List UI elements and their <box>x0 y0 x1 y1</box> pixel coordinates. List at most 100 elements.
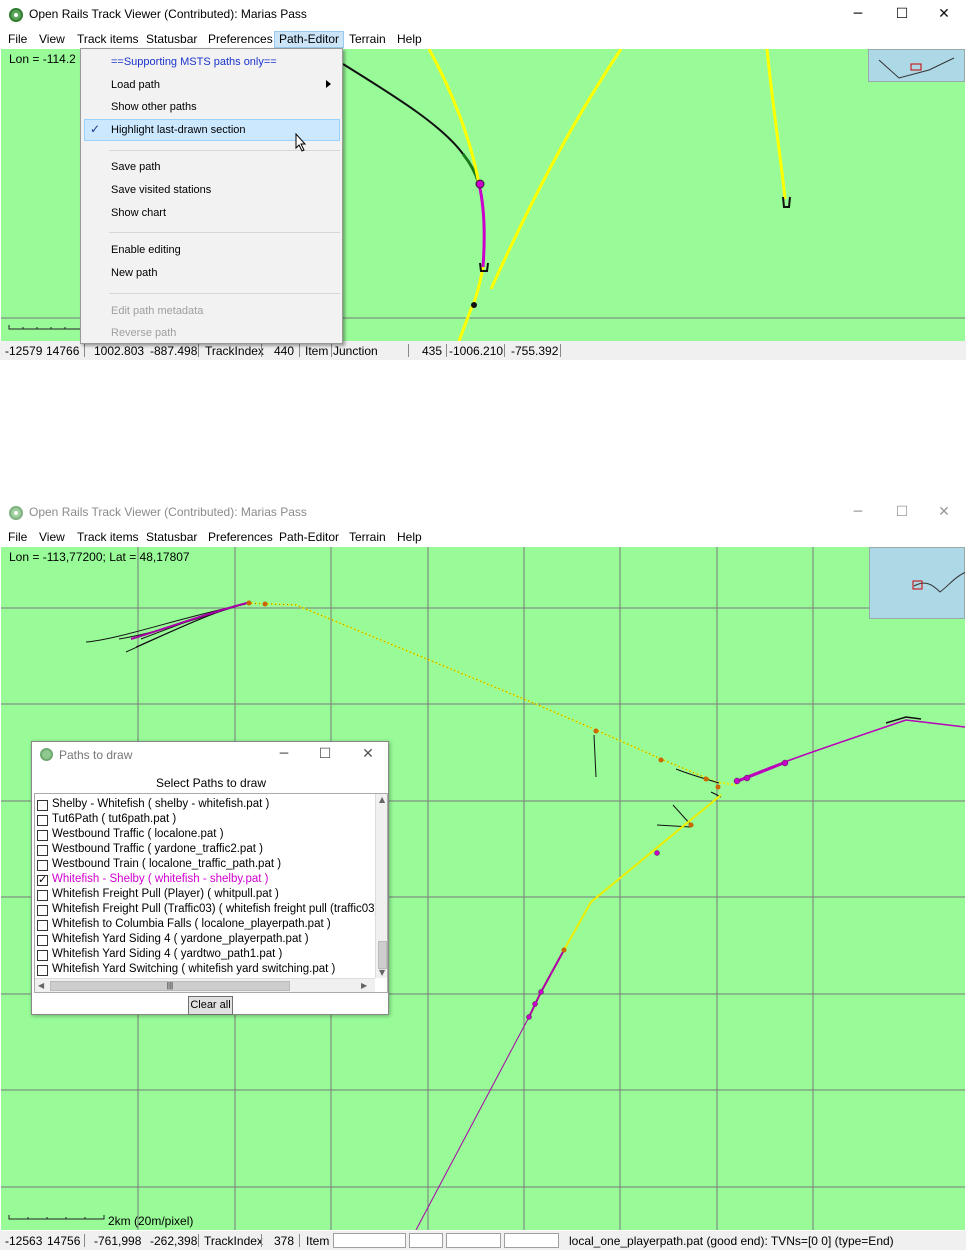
scroll-left-arrow-icon[interactable]: ◀ <box>38 981 44 990</box>
menu-item-supporting-msts[interactable]: ==Supporting MSTS paths only== <box>111 56 277 68</box>
status-loc2: -262,398 <box>150 1234 198 1248</box>
checkbox[interactable] <box>37 890 48 901</box>
menu-path-editor[interactable]: Path-Editor <box>274 31 345 48</box>
menu-item-new-path[interactable]: New path <box>111 267 157 279</box>
path-label: Whitefish Yard Siding 4 ( yardtwo_path1.… <box>52 948 283 960</box>
paths-to-draw-dialog: Paths to draw ─ ☐ ✕ Select Paths to draw… <box>31 741 389 1015</box>
scroll-thumb[interactable]: ||| <box>50 981 290 991</box>
path-label: Whitefish Yard Switching ( whitefish yar… <box>52 963 336 975</box>
status-z: 14766 <box>46 344 80 358</box>
close-button[interactable]: ✕ <box>922 0 966 30</box>
checkbox[interactable] <box>37 830 48 841</box>
status-trackindex: 440 <box>274 344 295 358</box>
paths-checklist[interactable]: Shelby - Whitefish ( shelby - whitefish.… <box>34 793 388 993</box>
clear-all-button[interactable]: Clear all <box>188 996 233 1015</box>
dialog-close-button[interactable]: ✕ <box>348 744 388 766</box>
menu-statusbar[interactable]: Statusbar <box>142 529 201 546</box>
path-label: Westbound Traffic ( localone.pat ) <box>52 828 224 840</box>
menu-item-show-other-paths[interactable]: Show other paths <box>111 101 197 113</box>
status-empty-field <box>446 1233 501 1248</box>
scroll-down-arrow-icon[interactable]: ▼ <box>379 968 385 977</box>
open-rails-logo-icon <box>9 8 23 22</box>
menu-item-highlight-last-drawn[interactable]: Highlight last-drawn section <box>111 124 246 136</box>
status-bar-2: -12563 14756 -761,998 -262,398 TrackInde… <box>0 1231 966 1250</box>
status-empty-field <box>333 1233 406 1248</box>
title-bar[interactable]: Open Rails Track Viewer (Contributed): M… <box>0 0 966 30</box>
status-message: local_one_playerpath.pat (good end): TVN… <box>569 1234 894 1248</box>
status-separator <box>299 1234 300 1247</box>
vertical-scrollbar[interactable]: ▲ ▼ <box>375 794 387 978</box>
maximize-button[interactable]: ☐ <box>880 0 924 30</box>
checkbox[interactable] <box>37 845 48 856</box>
minimap[interactable] <box>869 547 965 619</box>
menu-file[interactable]: File <box>4 529 31 546</box>
path-label: Westbound Train ( localone_traffic_path.… <box>52 858 282 870</box>
menu-view[interactable]: View <box>35 31 69 48</box>
open-rails-logo-icon <box>40 748 53 761</box>
checkbox[interactable] <box>37 860 48 871</box>
menu-path-editor[interactable]: Path-Editor <box>275 529 343 546</box>
menu-terrain[interactable]: Terrain <box>345 31 390 48</box>
scroll-right-arrow-icon[interactable]: ▶ <box>361 981 367 990</box>
close-button[interactable]: ✕ <box>922 498 966 528</box>
menu-item-load-path[interactable]: Load path <box>111 79 160 91</box>
mouse-cursor-icon <box>295 133 307 152</box>
minimize-button[interactable]: ─ <box>836 498 880 528</box>
menu-item-show-chart[interactable]: Show chart <box>111 207 166 219</box>
menu-item-save-visited-stations[interactable]: Save visited stations <box>111 184 211 196</box>
path-label: Whitefish - Shelby ( whitefish - shelby.… <box>52 873 269 885</box>
menu-file[interactable]: File <box>4 31 31 48</box>
status-item-type: Junction <box>333 344 378 358</box>
window-title: Open Rails Track Viewer (Contributed): M… <box>29 7 307 21</box>
checkbox-checked[interactable] <box>37 873 48 886</box>
horizontal-scrollbar[interactable]: ◀ ||| ▶ <box>35 978 375 992</box>
status-empty-field <box>409 1233 443 1248</box>
checkbox[interactable] <box>37 965 48 976</box>
menu-item-reverse-path: Reverse path <box>111 327 177 339</box>
status-loc1: -761,998 <box>94 1234 142 1248</box>
status-separator <box>84 344 85 357</box>
menu-help[interactable]: Help <box>393 31 426 48</box>
minimize-button[interactable]: ─ <box>836 0 880 30</box>
dialog-minimize-button[interactable]: ─ <box>264 744 304 766</box>
menu-item-edit-path-metadata: Edit path metadata <box>111 305 204 317</box>
menu-help[interactable]: Help <box>393 529 426 546</box>
menu-statusbar[interactable]: Statusbar <box>142 31 201 48</box>
menu-terrain[interactable]: Terrain <box>345 529 390 546</box>
minimap[interactable] <box>868 49 965 82</box>
checkbox[interactable] <box>37 905 48 916</box>
checkbox[interactable] <box>37 800 48 811</box>
path-label: Whitefish Yard Siding 4 ( yardone_player… <box>52 933 309 945</box>
title-bar[interactable]: Open Rails Track Viewer (Contributed): M… <box>0 498 966 528</box>
scroll-up-arrow-icon[interactable]: ▲ <box>379 795 385 804</box>
checkbox[interactable] <box>37 815 48 826</box>
checkmark-icon: ✓ <box>90 122 101 136</box>
menu-item-save-path[interactable]: Save path <box>111 161 161 173</box>
status-separator <box>84 1234 85 1247</box>
dialog-subtitle: Select Paths to draw <box>155 776 267 790</box>
lon-lat-readout: Lon = -114.2 <box>9 52 76 66</box>
menu-item-enable-editing[interactable]: Enable editing <box>111 244 181 256</box>
status-separator <box>504 344 505 357</box>
scroll-thumb[interactable] <box>378 941 387 969</box>
menu-view[interactable]: View <box>35 529 69 546</box>
status-separator <box>446 344 447 357</box>
status-loc1: 1002.803 <box>94 344 145 358</box>
menu-preferences[interactable]: Preferences <box>204 31 277 48</box>
dialog-maximize-button[interactable]: ☐ <box>305 744 345 766</box>
scale-label: 2km (20m/pixel) <box>108 1214 194 1228</box>
checkbox[interactable] <box>37 935 48 946</box>
checkbox[interactable] <box>37 950 48 961</box>
maximize-button[interactable]: ☐ <box>880 498 924 528</box>
status-trackindex: 378 <box>274 1234 295 1248</box>
status-separator <box>261 1234 262 1247</box>
status-z: 14756 <box>47 1234 81 1248</box>
menu-track-items[interactable]: Track items <box>73 529 143 546</box>
menu-track-items[interactable]: Track items <box>73 31 143 48</box>
status-loc2: -887.498 <box>150 344 198 358</box>
menu-preferences[interactable]: Preferences <box>204 529 277 546</box>
status-value-3: -755.392 <box>511 344 559 358</box>
checkbox[interactable] <box>37 920 48 931</box>
path-label: Shelby - Whitefish ( shelby - whitefish.… <box>52 798 270 810</box>
path-label: Whitefish Freight Pull (Traffic03) ( whi… <box>52 903 382 915</box>
